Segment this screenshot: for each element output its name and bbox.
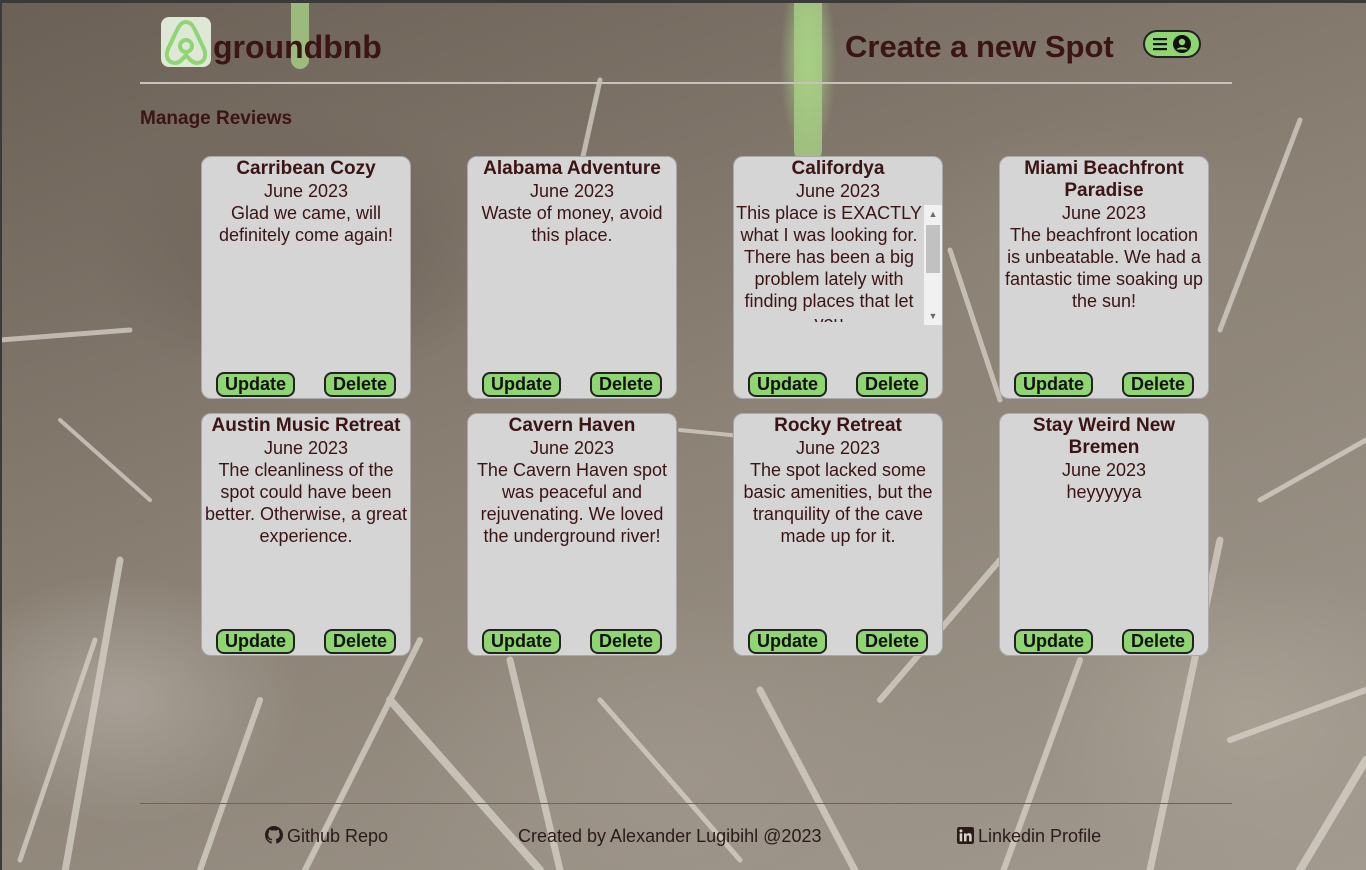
review-card: Austin Music Retreat June 2023 The clean… xyxy=(201,413,411,656)
review-text: The cleanliness of the spot could have b… xyxy=(204,460,408,546)
update-review-button[interactable]: Update xyxy=(482,629,562,654)
update-review-button[interactable]: Update xyxy=(1014,372,1094,397)
review-text[interactable]: This place is EXACTLY what I was looking… xyxy=(734,202,942,322)
linkedin-profile-link[interactable]: Linkedin Profile xyxy=(957,826,1101,847)
review-date: June 2023 xyxy=(529,438,615,458)
delete-review-button[interactable]: Delete xyxy=(324,372,397,397)
review-card: Stay Weird New Bremen June 2023 heyyyyya… xyxy=(999,413,1209,656)
review-card: Miami Beachfront Paradise June 2023 The … xyxy=(999,156,1209,399)
review-text-scrollbar[interactable]: ▲ ▼ xyxy=(924,205,942,325)
delete-review-button[interactable]: Delete xyxy=(324,629,397,654)
scroll-down-arrow-icon[interactable]: ▼ xyxy=(924,307,942,325)
footer-credit: Created by Alexander Lugibihl @2023 xyxy=(518,826,822,846)
review-spot-name: Miami Beachfront Paradise xyxy=(1024,158,1184,201)
reviews-grid: Carribean Cozy June 2023 Glad we came, w… xyxy=(201,156,1209,656)
review-text: The beachfront location is unbeatable. W… xyxy=(1004,225,1204,311)
review-spot-name: Cavern Haven xyxy=(508,415,636,436)
review-spot-name: Austin Music Retreat xyxy=(211,415,401,436)
github-icon xyxy=(265,826,283,844)
update-review-button[interactable]: Update xyxy=(216,629,296,654)
review-card: Carribean Cozy June 2023 Glad we came, w… xyxy=(201,156,411,399)
window-left-border xyxy=(0,0,2,870)
update-review-button[interactable]: Update xyxy=(748,372,828,397)
review-card: Cavern Haven June 2023 The Cavern Haven … xyxy=(467,413,677,656)
delete-review-button[interactable]: Delete xyxy=(856,372,929,397)
window-top-border xyxy=(0,0,1366,3)
review-spot-name: Califordya xyxy=(791,158,885,179)
update-review-button[interactable]: Update xyxy=(216,372,296,397)
update-review-button[interactable]: Update xyxy=(482,372,562,397)
review-date: June 2023 xyxy=(263,438,349,458)
linkedin-profile-label: Linkedin Profile xyxy=(978,826,1102,846)
delete-review-button[interactable]: Delete xyxy=(590,629,663,654)
review-date: June 2023 xyxy=(1061,203,1147,223)
review-date: June 2023 xyxy=(795,181,881,201)
review-text: The Cavern Haven spot was peaceful and r… xyxy=(476,460,668,546)
site-footer: Github Repo Created by Alexander Lugibih… xyxy=(140,803,1232,864)
review-date: June 2023 xyxy=(795,438,881,458)
review-spot-name: Rocky Retreat xyxy=(774,415,902,436)
review-card: Califordya June 2023 This place is EXACT… xyxy=(733,156,943,399)
review-spot-name: Carribean Cozy xyxy=(236,158,376,179)
linkedin-icon xyxy=(957,827,974,844)
update-review-button[interactable]: Update xyxy=(1014,629,1094,654)
review-date: June 2023 xyxy=(529,181,615,201)
create-spot-link[interactable]: Create a new Spot xyxy=(845,29,1114,65)
delete-review-button[interactable]: Delete xyxy=(590,372,663,397)
review-date: June 2023 xyxy=(1061,460,1147,480)
page-title: Manage Reviews xyxy=(140,108,293,129)
scroll-up-arrow-icon[interactable]: ▲ xyxy=(924,205,942,223)
update-review-button[interactable]: Update xyxy=(748,629,828,654)
review-text: heyyyyya xyxy=(1066,482,1142,502)
delete-review-button[interactable]: Delete xyxy=(1122,629,1195,654)
site-header: groundbnb Create a new Spot xyxy=(140,14,1232,84)
review-text: The spot lacked some basic amenities, bu… xyxy=(743,460,933,546)
github-repo-link[interactable]: Github Repo xyxy=(265,826,388,847)
review-card: Rocky Retreat June 2023 The spot lacked … xyxy=(733,413,943,656)
review-card: Alabama Adventure June 2023 Waste of mon… xyxy=(467,156,677,399)
review-spot-name: Alabama Adventure xyxy=(483,158,661,179)
review-text: Waste of money, avoid this place. xyxy=(481,203,663,245)
delete-review-button[interactable]: Delete xyxy=(1122,372,1195,397)
review-text: Glad we came, will definitely come again… xyxy=(218,203,394,245)
hamburger-icon xyxy=(1153,38,1167,51)
review-date: June 2023 xyxy=(263,181,349,201)
brand-name[interactable]: groundbnb xyxy=(213,29,382,66)
delete-review-button[interactable]: Delete xyxy=(856,629,929,654)
github-repo-label: Github Repo xyxy=(287,826,389,846)
airbnb-logo-icon[interactable] xyxy=(161,17,211,67)
user-circle-icon xyxy=(1173,35,1191,53)
review-spot-name: Stay Weird New Bremen xyxy=(1032,415,1176,458)
scroll-thumb[interactable] xyxy=(926,225,940,273)
profile-menu-button[interactable] xyxy=(1143,30,1201,58)
